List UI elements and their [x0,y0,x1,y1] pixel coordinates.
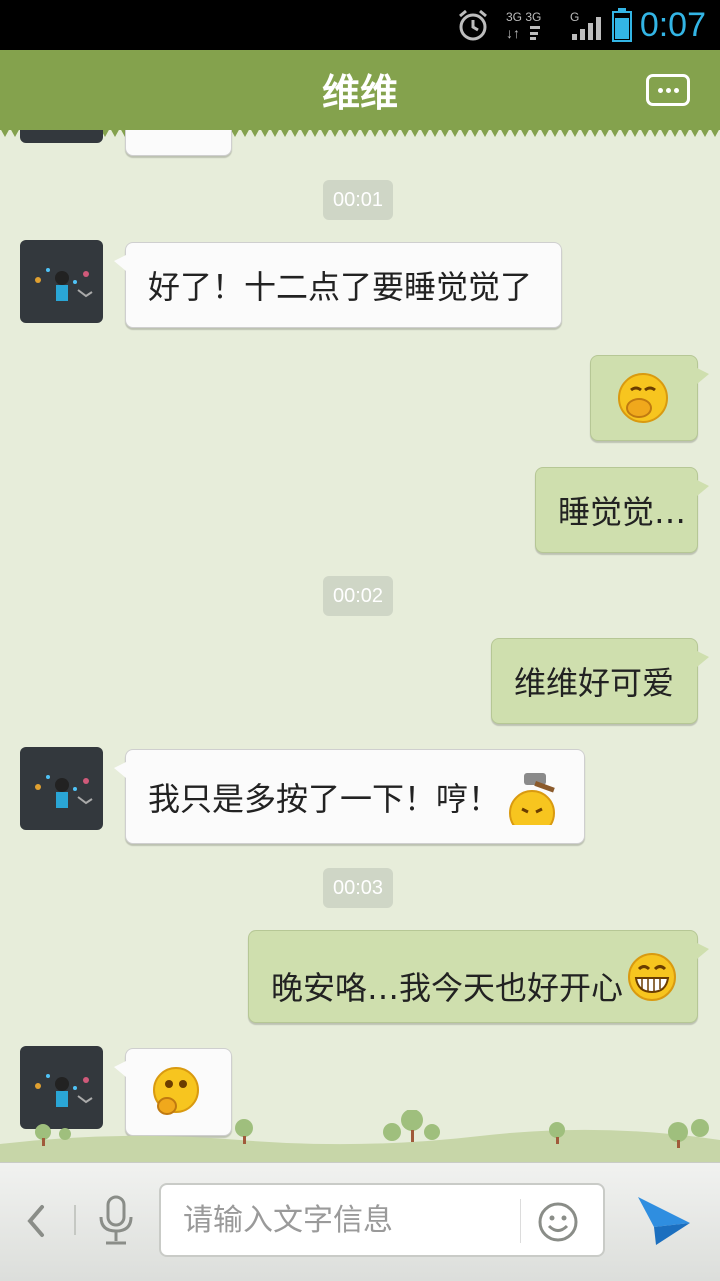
avatar-image [35,268,93,301]
message-bubble-outgoing[interactable]: 维维好可爱 [491,638,709,724]
clock: 0:07 [639,6,706,44]
dot-icon [674,88,679,93]
chat-title: 维维 [321,71,398,115]
yawn-emoji-icon [618,373,668,423]
smiley-icon[interactable] [537,1201,579,1243]
message-bubble-outgoing[interactable]: 晚安咯…我今天也好开心 [248,930,709,1023]
svg-text:G: G [570,10,579,24]
title-bar: 维维 [0,50,720,137]
contact-avatar[interactable] [20,240,103,323]
cell-signal-icon: G [570,10,601,40]
grin-emoji-icon [628,952,677,1001]
message-timestamp: 00:01 [323,180,394,220]
microphone-icon[interactable] [96,1195,136,1247]
message-text: 好了！十二点了要睡觉觉了 [148,268,533,306]
message-timestamp: 00:02 [323,576,394,616]
battery-icon [612,8,632,42]
contact-avatar[interactable] [20,130,103,143]
input-bar [0,1162,720,1281]
message-text: 维维好可爱 [514,664,675,702]
message-bubble-outgoing[interactable]: 睡觉觉… [535,467,709,553]
status-bar: 3G 3G ↓↑ G 0:07 [0,0,720,50]
more-options-button[interactable] [646,74,690,106]
svg-text:↓↑: ↓↑ [506,25,520,41]
dot-icon [666,88,671,93]
contact-avatar[interactable] [20,747,103,830]
message-timestamp: 00:03 [323,868,394,908]
divider [74,1205,76,1235]
chat-area[interactable]: 00:01 好了！十二点了要睡觉觉了 睡觉觉… 00:02 维维好可爱 我只是多… [0,130,720,1162]
landscape-decoration [0,1110,720,1162]
message-text: 我只是多按了一下！哼！ [148,779,501,818]
send-icon[interactable] [634,1193,694,1249]
svg-text:3G 3G: 3G 3G [506,10,541,24]
chevron-left-icon[interactable] [20,1201,50,1241]
hammer-emoji-icon [509,772,556,825]
message-text: 睡觉觉… [558,493,687,531]
message-bubble-incoming[interactable]: 好了！十二点了要睡觉觉了 [114,242,562,328]
dot-icon [658,88,663,93]
avatar-image [35,775,93,808]
message-text: 晚安咯…我今天也好开心 [271,968,624,1007]
alarm-icon [459,9,487,41]
message-bubble-incoming[interactable]: 我只是多按了一下！哼！ [114,749,585,844]
message-bubble-incoming[interactable] [125,130,232,156]
signal-3g-icon: 3G 3G ↓↑ [506,10,541,41]
divider [520,1199,521,1243]
message-bubble-outgoing[interactable] [590,355,709,441]
